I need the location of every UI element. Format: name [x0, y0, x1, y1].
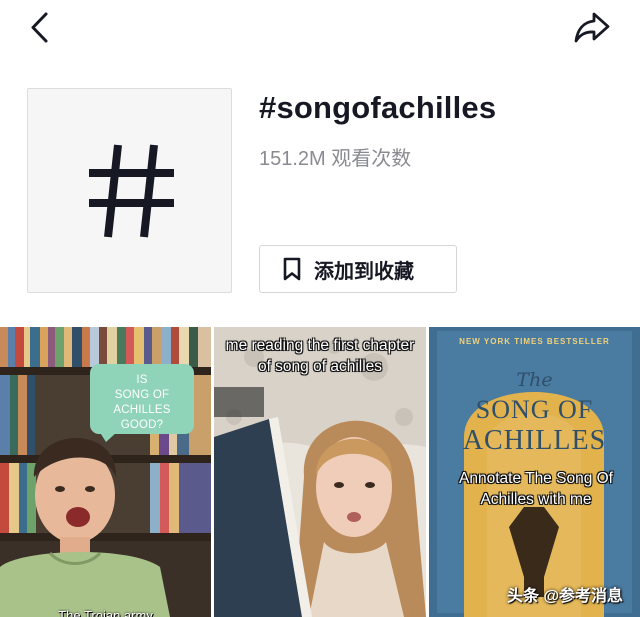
watermark: 头条 @参考消息	[507, 588, 624, 605]
add-to-favorites-label: 添加到收藏	[314, 260, 414, 283]
hashtag-cover	[27, 88, 232, 293]
book-title-line-2: ACHILLES	[462, 425, 607, 456]
video-grid: IS SONG OF ACHILLES GOOD? The Trojan arm…	[0, 327, 640, 617]
bubble-line-1: IS	[136, 374, 148, 386]
hashtag-icon	[89, 144, 174, 238]
book-title-the: The	[516, 369, 553, 391]
add-to-favorites-button[interactable]: 添加到收藏	[259, 245, 457, 293]
book-header: NEW YORK TIMES BESTSELLER	[459, 337, 610, 346]
back-chevron-icon	[31, 12, 48, 43]
bubble-line-2: SONG OF ACHILLES	[113, 389, 171, 416]
back-button[interactable]	[22, 8, 62, 48]
top-bar	[0, 0, 640, 60]
share-button[interactable]	[570, 8, 614, 48]
video-3-caption: Annotate The Song Of Achilles with me	[459, 470, 613, 508]
bookmark-icon	[283, 257, 301, 281]
video-1-caption: The Trojan army	[58, 608, 153, 617]
question-bubble: IS SONG OF ACHILLES GOOD?	[90, 364, 194, 434]
video-thumbnail-1[interactable]: IS SONG OF ACHILLES GOOD? The Trojan arm…	[0, 327, 211, 617]
book-title-line-1: SONG OF	[475, 395, 594, 424]
hashtag-title: #songofachilles	[259, 90, 497, 125]
share-arrow-icon	[574, 12, 610, 43]
video-2-caption: me reading the first chapter of song of …	[225, 337, 415, 375]
video-thumbnail-3[interactable]: NEW YORK TIMES BESTSELLER The SONG OF AC…	[429, 327, 640, 617]
video-thumbnail-2[interactable]: me reading the first chapter of song of …	[214, 327, 426, 617]
view-count: 151.2M 观看次数	[259, 148, 412, 170]
bubble-tail	[99, 431, 118, 442]
